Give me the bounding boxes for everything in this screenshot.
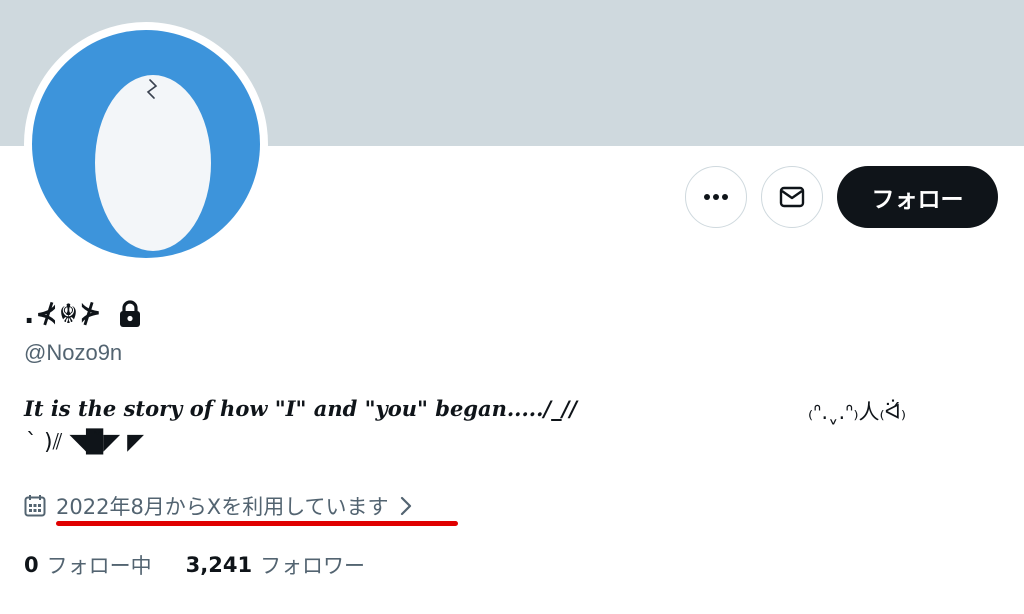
display-name: .⊀☬⊁ [24,298,103,330]
following-stat[interactable]: 0 フォロー中 [24,550,152,580]
bio-text-line2: ` )⫽ ◥█̆̈◤ ◤ [26,430,145,455]
lock-icon [119,300,140,327]
following-label: フォロー中 [46,554,152,578]
egg-avatar-icon [95,75,211,251]
message-button[interactable] [761,166,823,228]
joined-text: 2022年8月からXを利用しています [56,495,389,519]
avatar[interactable] [24,22,268,266]
avatar-image [32,30,260,258]
mail-icon [779,186,805,208]
follow-stats: 0 フォロー中 3,241 フォロワー [24,548,365,582]
following-count: 0 [24,553,39,577]
follow-button[interactable]: フォロー [837,166,998,228]
profile-page: フォロー .⊀☬⊁ @Nozo9n It is the story of how… [0,0,1024,614]
highlight-underline [56,521,458,526]
bio-kaomoji: ₍ᐢ.ˬ.ᐢ₎人₍ᐛ́₎ [808,400,906,424]
joined-date[interactable]: 2022年8月からXを利用しています [24,490,413,522]
followers-stat[interactable]: 3,241 フォロワー [186,550,365,580]
user-handle: @Nozo9n [24,340,123,365]
more-icon [704,194,728,200]
calendar-icon [24,495,46,517]
bio-text: It is the story of how "I" and "you" beg… [24,396,577,421]
display-name-row: .⊀☬⊁ [24,294,143,334]
more-button[interactable] [685,166,747,228]
chevron-right-icon [400,496,411,516]
followers-count: 3,241 [185,553,253,577]
followers-label: フォロワー [260,554,366,578]
